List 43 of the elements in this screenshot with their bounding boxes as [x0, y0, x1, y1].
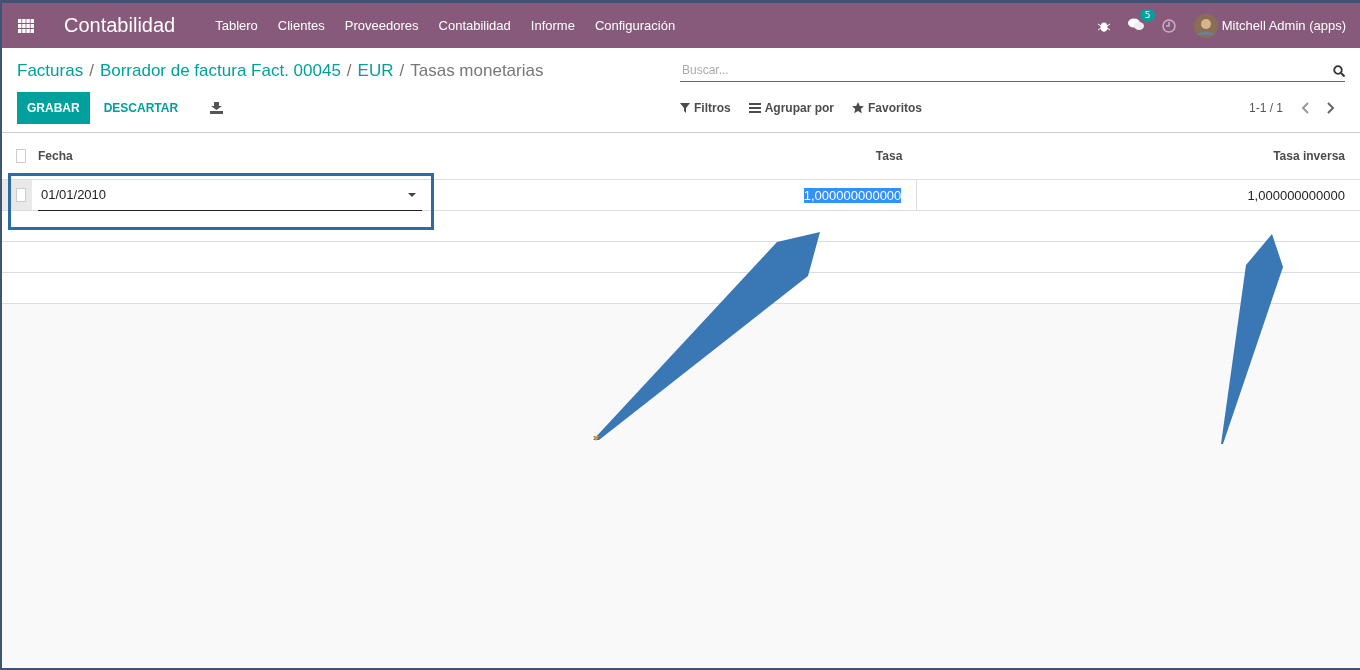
breadcrumb-separator: / [399, 61, 405, 81]
clock-icon[interactable] [1161, 18, 1176, 33]
breadcrumb-separator: / [346, 61, 352, 81]
pager-value: 1-1 / 1 [1248, 101, 1283, 115]
breadcrumb-item[interactable]: Borrador de factura Fact. 00045 [99, 61, 341, 81]
filter-button[interactable]: Agrupar por [748, 101, 834, 115]
caret-icon[interactable] [408, 192, 416, 197]
filter-icon [680, 103, 690, 113]
checkbox[interactable] [16, 188, 26, 202]
filter-button[interactable]: Filtros [680, 101, 731, 115]
avatar-icon[interactable] [1193, 13, 1218, 38]
column-header[interactable]: Fecha [38, 149, 73, 163]
column-header[interactable]: Tasa [875, 149, 903, 163]
next-icon[interactable] [1327, 102, 1335, 114]
breadcrumb-item[interactable]: Facturas [17, 61, 84, 81]
column-header[interactable]: Tasa inversa [1273, 149, 1345, 163]
checkbox[interactable] [16, 149, 26, 163]
table-cell: 1,000000000000 [1247, 187, 1345, 203]
menu-item[interactable]: Tablero [215, 18, 258, 33]
breadcrumb-item[interactable]: Tasas monetarias [410, 61, 544, 81]
star-icon [852, 102, 864, 114]
breadcrumb-item[interactable]: EUR [357, 61, 394, 81]
list-icon [748, 103, 761, 113]
save-button[interactable]: GRABAR [17, 92, 90, 124]
menu-item[interactable]: Configuración [594, 18, 676, 33]
breadcrumb-separator: / [89, 61, 94, 81]
apps-grid-icon[interactable] [18, 18, 34, 33]
date-field[interactable]: 01/01/2010 [38, 179, 422, 211]
filter-button[interactable]: Favoritos [852, 101, 923, 115]
menu-item[interactable]: Clientes [277, 18, 325, 33]
search-field[interactable]: Buscar... [680, 63, 1333, 82]
user-name[interactable]: Mitchell Admin (apps) [1221, 18, 1346, 33]
table-cell: 1,000000000000 [803, 187, 902, 203]
download-icon[interactable] [210, 102, 224, 114]
search-icon[interactable] [1333, 65, 1345, 82]
menu-item[interactable]: Informe [530, 18, 575, 33]
chat-icon[interactable] [1127, 18, 1144, 31]
menu-item[interactable]: Contabilidad [438, 18, 511, 33]
app-name: Contabilidad [64, 14, 176, 37]
discard-button[interactable]: DESCARTAR [93, 92, 189, 124]
menu-item[interactable]: Proveedores [344, 18, 419, 33]
message-count-badge: 5 [1139, 9, 1156, 21]
previous-icon[interactable] [1301, 102, 1309, 114]
